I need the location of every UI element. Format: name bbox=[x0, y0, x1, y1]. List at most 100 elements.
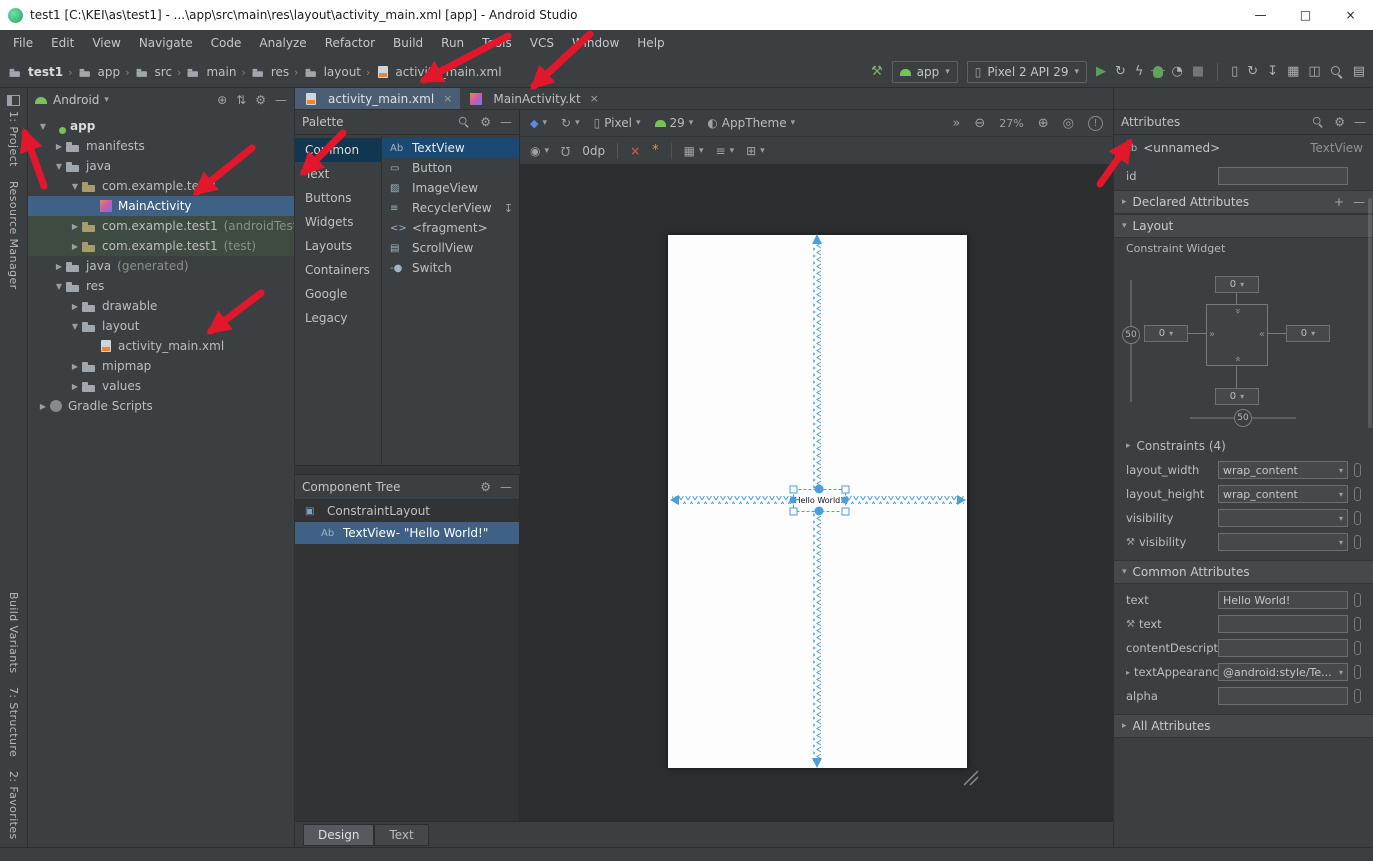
close-tab-icon[interactable]: × bbox=[590, 92, 599, 105]
toolwindow-toggle-icon[interactable]: ▤ bbox=[1353, 63, 1365, 81]
resource-flag-icon[interactable] bbox=[1354, 593, 1361, 607]
expand-arrow-icon[interactable]: ▶ bbox=[68, 242, 82, 251]
component-constraintlayout[interactable]: ▣ConstraintLayout bbox=[295, 500, 519, 522]
breadcrumb-layout[interactable]: layout bbox=[304, 65, 361, 79]
breadcrumb-src[interactable]: src bbox=[135, 65, 173, 79]
resource-flag-icon[interactable] bbox=[1354, 665, 1361, 679]
breadcrumb-test1[interactable]: test1 bbox=[8, 65, 63, 79]
menu-window[interactable]: Window bbox=[563, 30, 628, 57]
menu-help[interactable]: Help bbox=[628, 30, 673, 57]
resource-flag-icon[interactable] bbox=[1354, 617, 1361, 631]
hide-panel-icon[interactable]: — bbox=[500, 480, 512, 494]
tree-item-values[interactable]: ▶values bbox=[28, 376, 294, 396]
breadcrumb-activity-main-xml[interactable]: activity_main.xml bbox=[375, 65, 501, 79]
layout-variants-selector[interactable]: ◆▾ bbox=[530, 117, 547, 130]
palette-category-buttons[interactable]: Buttons bbox=[295, 186, 381, 210]
run-config-selector[interactable]: app▾ bbox=[892, 61, 958, 83]
id-input[interactable] bbox=[1218, 167, 1348, 185]
chevron-right-icon[interactable]: ▸ bbox=[1126, 668, 1130, 677]
settings-gear-icon[interactable]: ⚙ bbox=[1334, 115, 1345, 129]
tree-item-drawable[interactable]: ▶drawable bbox=[28, 296, 294, 316]
hide-panel-icon[interactable]: — bbox=[275, 93, 287, 107]
tree-item-package-test[interactable]: ▶com.example.test1(test) bbox=[28, 236, 294, 256]
window-close-button[interactable]: × bbox=[1328, 0, 1373, 30]
tree-item-package-androidtest[interactable]: ▶com.example.test1(androidTest) bbox=[28, 216, 294, 236]
palette-category-text[interactable]: Text bbox=[295, 162, 381, 186]
search-icon[interactable] bbox=[458, 116, 470, 128]
design-surface[interactable]: Hello World! bbox=[520, 165, 1113, 821]
palette-item-recyclerview[interactable]: ≡RecyclerView↧ bbox=[382, 198, 519, 218]
theme-selector[interactable]: ◐AppTheme▾ bbox=[707, 116, 795, 130]
align-selector[interactable]: ≡▾ bbox=[716, 144, 735, 158]
toolwindow-structure-button[interactable]: 7: Structure bbox=[7, 680, 20, 764]
collapse-all-icon[interactable]: ⇅ bbox=[236, 93, 246, 107]
vertical-bias-handle[interactable]: 50 bbox=[1122, 326, 1140, 344]
breadcrumb-app[interactable]: app bbox=[78, 65, 121, 79]
expand-arrow-icon[interactable]: ▶ bbox=[36, 402, 50, 411]
menu-edit[interactable]: Edit bbox=[42, 30, 83, 57]
apply-changes-icon[interactable]: ↻ bbox=[1115, 63, 1126, 81]
menu-refactor[interactable]: Refactor bbox=[316, 30, 384, 57]
expand-arrow-icon[interactable]: ▶ bbox=[52, 262, 66, 271]
menu-run[interactable]: Run bbox=[432, 30, 473, 57]
breadcrumb-res[interactable]: res bbox=[251, 65, 289, 79]
tree-item-mipmap[interactable]: ▶mipmap bbox=[28, 356, 294, 376]
tab-activity-main-xml[interactable]: activity_main.xml × bbox=[295, 88, 460, 109]
margin-left-select[interactable]: 0▾ bbox=[1144, 325, 1188, 342]
resource-flag-icon[interactable] bbox=[1354, 487, 1361, 501]
hide-panel-icon[interactable]: — bbox=[500, 115, 512, 129]
debug-button[interactable] bbox=[1153, 66, 1163, 78]
resource-flag-icon[interactable] bbox=[1354, 641, 1361, 655]
layout-height-select[interactable]: wrap_content▾ bbox=[1218, 485, 1348, 503]
resource-flag-icon[interactable] bbox=[1354, 463, 1361, 477]
settings-gear-icon[interactable]: ⚙ bbox=[255, 93, 266, 107]
orientation-selector[interactable]: ↻▾ bbox=[561, 116, 580, 130]
section-declared-attributes[interactable]: ▸ Declared Attributes + — bbox=[1114, 190, 1373, 214]
section-common-attributes[interactable]: ▾ Common Attributes bbox=[1114, 560, 1373, 584]
tree-item-res[interactable]: ▼res bbox=[28, 276, 294, 296]
horizontal-bias-handle[interactable]: 50 bbox=[1234, 409, 1252, 427]
build-hammer-icon[interactable]: ⚒ bbox=[871, 63, 883, 81]
autoconnect-magnet-icon[interactable]: Ω bbox=[561, 144, 570, 158]
tree-item-java-generated[interactable]: ▶java(generated) bbox=[28, 256, 294, 276]
tree-item-app[interactable]: ▼app bbox=[28, 116, 294, 136]
profiler-button[interactable]: ◔ bbox=[1172, 63, 1183, 81]
palette-category-widgets[interactable]: Widgets bbox=[295, 210, 381, 234]
clear-constraints-icon[interactable]: × bbox=[630, 144, 640, 158]
apply-code-changes-icon[interactable]: ϟ bbox=[1135, 63, 1144, 81]
margin-right-select[interactable]: 0▾ bbox=[1286, 325, 1330, 342]
palette-category-layouts[interactable]: Layouts bbox=[295, 234, 381, 258]
visibility-select[interactable]: ▾ bbox=[1218, 509, 1348, 527]
settings-gear-icon[interactable]: ⚙ bbox=[480, 115, 491, 129]
section-constraints[interactable]: ▸ Constraints (4) bbox=[1114, 434, 1373, 458]
overflow-icon[interactable]: » bbox=[952, 116, 960, 131]
section-layout[interactable]: ▾ Layout bbox=[1114, 214, 1373, 238]
section-all-attributes[interactable]: ▸ All Attributes bbox=[1114, 714, 1373, 738]
device-canvas[interactable]: Hello World! bbox=[668, 235, 967, 768]
menu-file[interactable]: File bbox=[4, 30, 42, 57]
device-file-explorer-icon[interactable]: ◫ bbox=[1308, 63, 1320, 81]
settings-gear-icon[interactable]: ⚙ bbox=[480, 480, 491, 494]
menu-build[interactable]: Build bbox=[384, 30, 432, 57]
zoom-out-button[interactable]: ⊖ bbox=[974, 116, 985, 131]
layout-inspector-icon[interactable]: ▦ bbox=[1287, 63, 1299, 81]
palette-item-textview[interactable]: AbTextView bbox=[382, 138, 519, 158]
resource-flag-icon[interactable] bbox=[1354, 535, 1361, 549]
palette-item-scrollview[interactable]: ▤ScrollView bbox=[382, 238, 519, 258]
zoom-fit-button[interactable]: ◎ bbox=[1063, 116, 1074, 131]
expand-arrow-icon[interactable]: ▼ bbox=[68, 322, 82, 331]
device-selector[interactable]: ▯Pixel 2 API 29▾ bbox=[967, 61, 1087, 83]
constraint-widget-box[interactable]: » « » « bbox=[1206, 304, 1268, 366]
resource-flag-icon[interactable] bbox=[1354, 689, 1361, 703]
tools-text-input[interactable] bbox=[1218, 615, 1348, 633]
expand-arrow-icon[interactable]: ▶ bbox=[68, 222, 82, 231]
window-minimize-button[interactable]: — bbox=[1238, 0, 1283, 30]
toolwindow-favorites-button[interactable]: 2: Favorites bbox=[7, 764, 20, 847]
tab-mainactivity-kt[interactable]: MainActivity.kt × bbox=[460, 88, 607, 109]
palette-item-button[interactable]: ▭Button bbox=[382, 158, 519, 178]
sdk-manager-icon[interactable]: ↧ bbox=[1267, 63, 1278, 81]
panel-splitter[interactable] bbox=[295, 465, 520, 475]
palette-category-containers[interactable]: Containers bbox=[295, 258, 381, 282]
expand-arrow-icon[interactable]: ▶ bbox=[68, 362, 82, 371]
expand-arrow-icon[interactable]: ▼ bbox=[52, 282, 66, 291]
